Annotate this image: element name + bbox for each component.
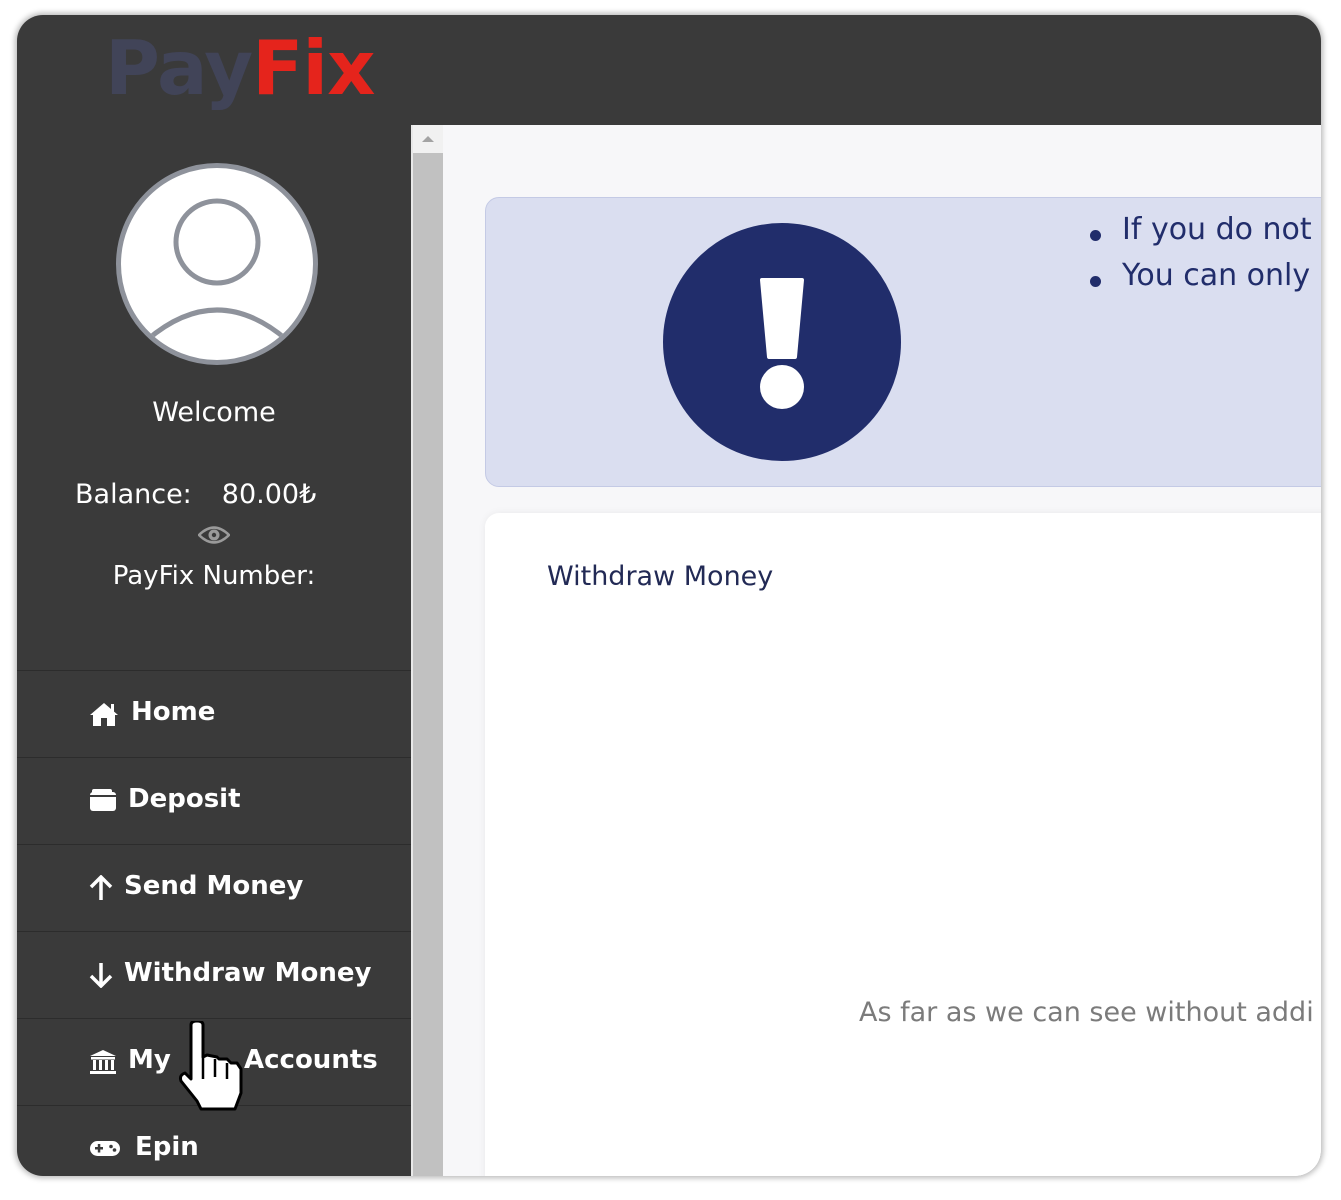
hand-pointer-icon [177,1019,257,1121]
wallet-icon [89,788,119,818]
sidebar-item-label: Epin [135,1132,199,1162]
arrow-down-icon [89,962,119,992]
sidebar-item-label: Withdraw Money [124,958,372,988]
eye-icon[interactable] [197,524,231,550]
sidebar-item-deposit[interactable]: Deposit [17,757,411,844]
bank-icon [89,1049,119,1079]
main-content: If you do not You can only Withdraw Mone… [443,125,1321,1176]
exclamation-icon [662,222,902,466]
alert-item: You can only [1090,258,1312,304]
alert-list: If you do not You can only [1090,212,1312,304]
payfix-number-label: PayFix Number: [112,561,316,591]
card-note: As far as we can see without addi [859,997,1314,1028]
withdraw-card: Withdraw Money As far as we can see with… [485,513,1321,1176]
payfix-logo[interactable]: PayFix [105,31,375,106]
user-icon [145,198,289,342]
alert-item: If you do not [1090,212,1312,258]
sidebar-item-label: Send Money [124,871,304,901]
balance-row: Balance: 80.00₺ [75,479,316,510]
sidebar-item-withdraw-money[interactable]: Withdraw Money [17,931,411,1018]
card-title: Withdraw Money [547,561,774,592]
sidebar-item-label: Deposit [128,784,241,814]
sidebar-item-home[interactable]: Home [17,670,411,757]
arrow-up-icon [89,874,119,905]
caret-up-icon [422,136,434,142]
sidebar: PayFix Welcome Balance: 80.00₺ PayFix Num… [17,15,411,1176]
balance-value: 80.00₺ [221,479,317,510]
sidebar-scrollbar[interactable] [411,125,443,1176]
app-window: PayFix Welcome Balance: 80.00₺ PayFix Num… [17,15,1321,1176]
welcome-text: Welcome [152,397,276,428]
sidebar-item-label: Home [131,697,216,727]
gamepad-icon [89,1136,120,1166]
info-alert: If you do not You can only [485,197,1321,487]
balance-label: Balance: [75,479,192,510]
sidebar-item-label: My [128,1045,171,1075]
sidebar-item-label-suffix: Accounts [244,1045,378,1075]
avatar[interactable] [116,163,318,365]
home-icon [89,701,119,731]
sidebar-item-send-money[interactable]: Send Money [17,844,411,931]
scroll-up-button[interactable] [413,125,443,153]
